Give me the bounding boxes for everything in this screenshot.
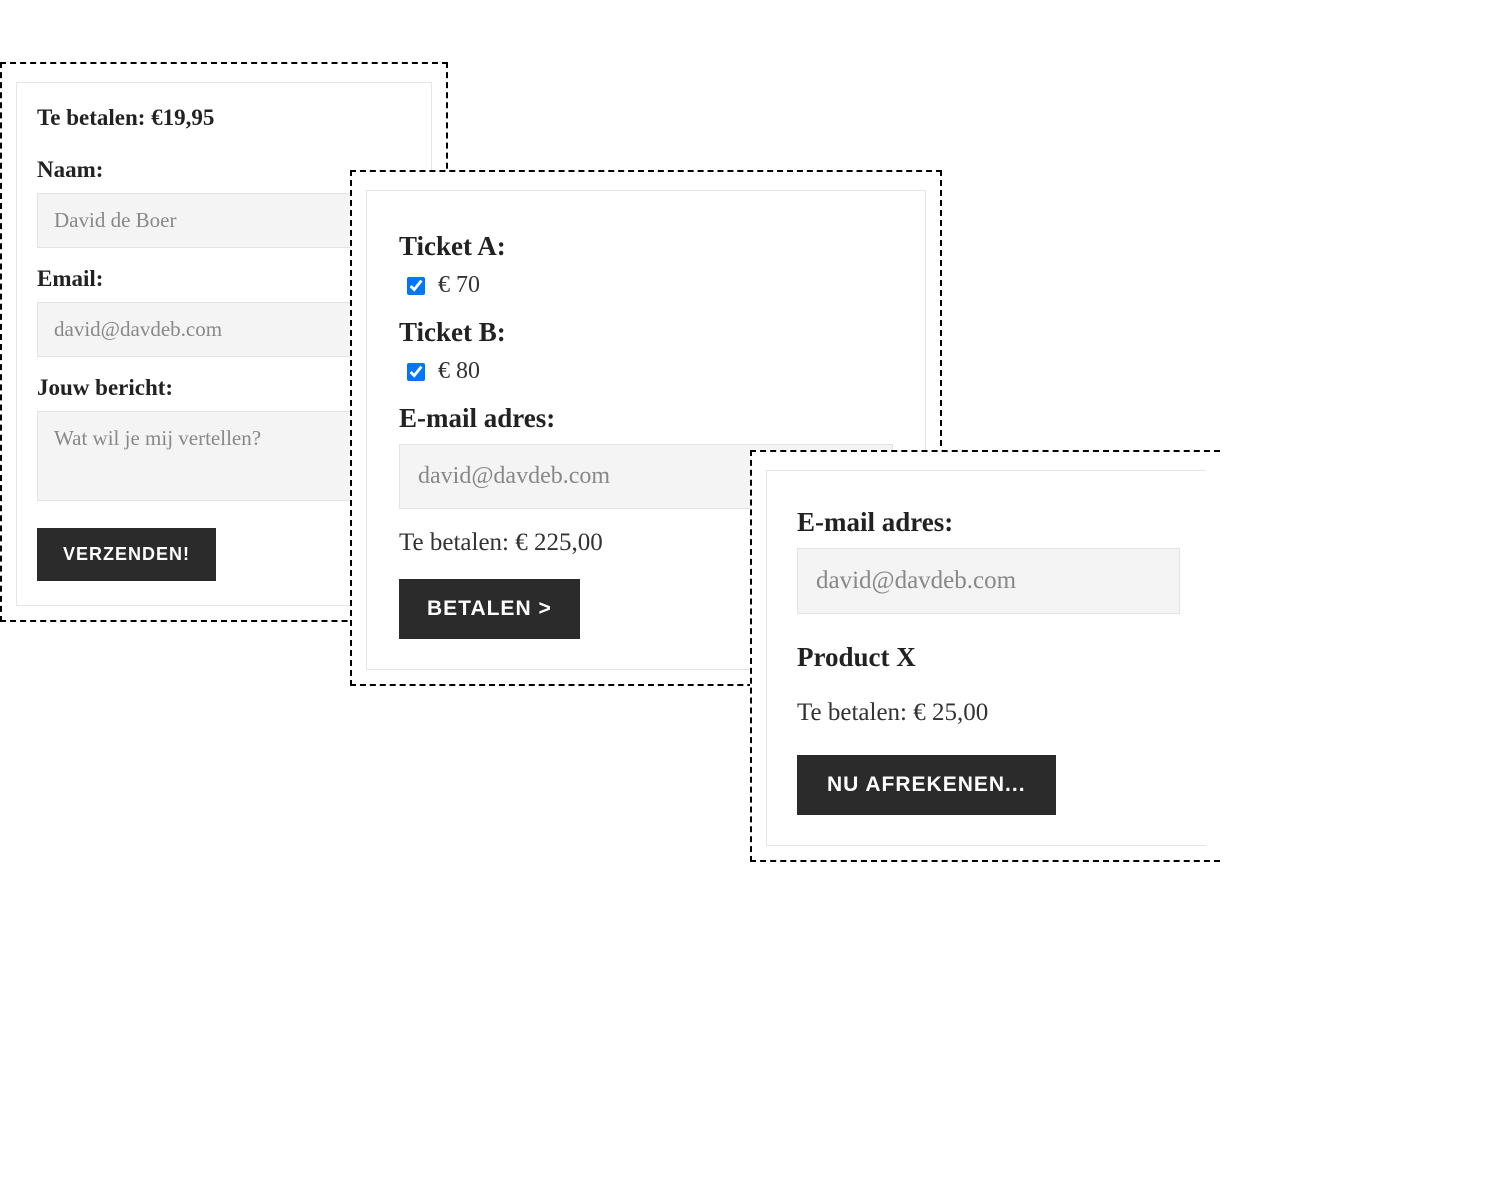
ticket-a-label: Ticket A: <box>399 231 893 262</box>
total-to-pay: Te betalen: €19,95 <box>37 105 411 131</box>
ticket-b-checkbox[interactable] <box>407 363 425 381</box>
email-label: E-mail adres: <box>399 403 893 434</box>
ticket-b-label: Ticket B: <box>399 317 893 348</box>
product-title: Product X <box>797 642 1180 673</box>
ticket-b-price: € 80 <box>438 358 480 385</box>
pay-button[interactable]: BETALEN > <box>399 579 580 639</box>
email-label: E-mail adres: <box>797 507 1180 538</box>
send-button[interactable]: VERZENDEN! <box>37 528 216 581</box>
ticket-a-row: € 70 <box>403 272 893 299</box>
checkout-form-inner: E-mail adres: Product X Te betalen: € 25… <box>766 470 1206 846</box>
checkout-form-card: E-mail adres: Product X Te betalen: € 25… <box>750 450 1220 862</box>
checkout-button[interactable]: NU AFREKENEN... <box>797 755 1056 815</box>
ticket-a-checkbox[interactable] <box>407 277 425 295</box>
ticket-a-price: € 70 <box>438 272 480 299</box>
total-to-pay: Te betalen: € 25,00 <box>797 699 1180 727</box>
ticket-b-row: € 80 <box>403 358 893 385</box>
email-input[interactable] <box>797 548 1180 614</box>
